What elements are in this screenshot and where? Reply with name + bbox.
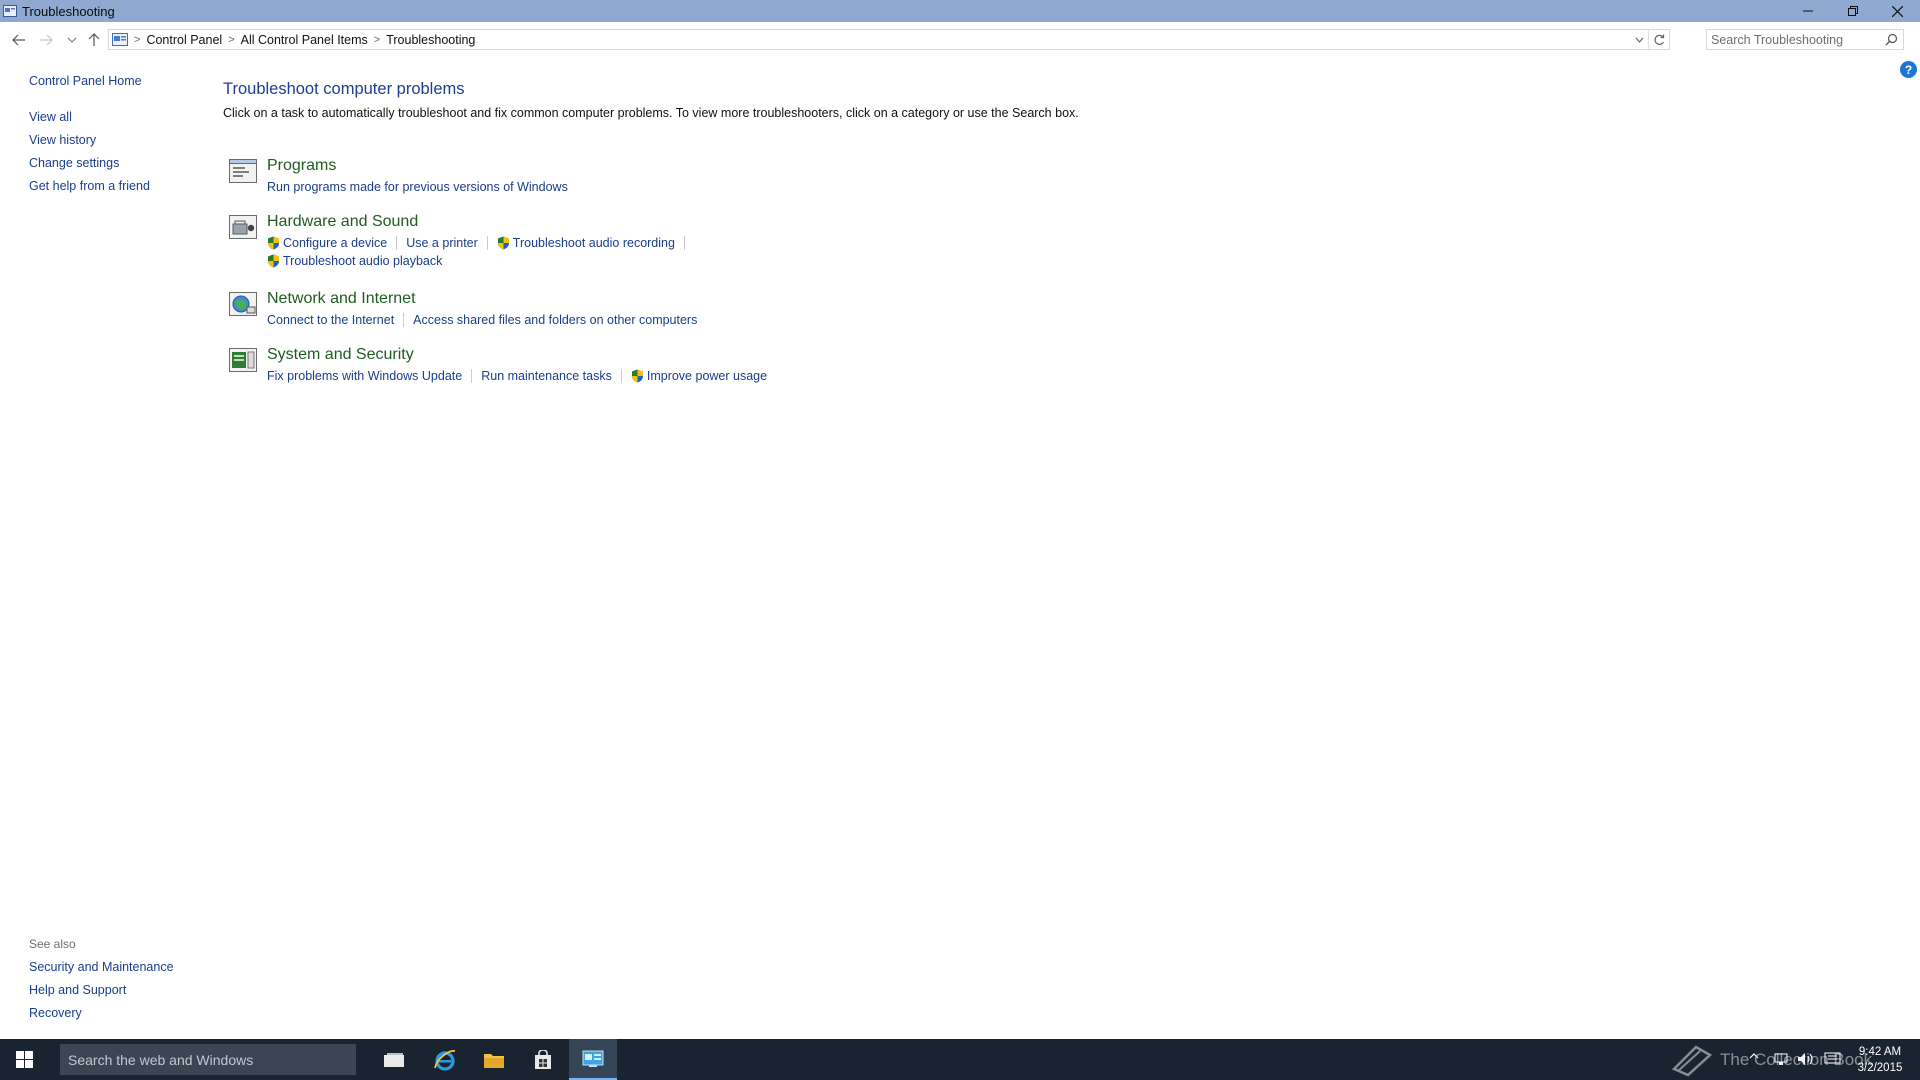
store-icon <box>535 1049 551 1069</box>
up-arrow-icon <box>88 33 100 46</box>
control-panel-icon <box>3 5 17 17</box>
task-run-programs-previous-windows[interactable]: Run programs made for previous versions … <box>267 180 568 194</box>
title-bar: Troubleshooting <box>0 0 1920 22</box>
chevron-right-icon[interactable]: > <box>374 34 380 46</box>
back-arrow-icon <box>12 34 25 46</box>
task-troubleshoot-audio-playback-label: Troubleshoot audio playback <box>283 254 443 268</box>
up-button[interactable] <box>85 31 103 49</box>
store-button[interactable] <box>519 1039 567 1080</box>
chevron-right-icon[interactable]: > <box>228 34 234 46</box>
control-panel-taskbar-button[interactable] <box>569 1039 617 1080</box>
category-title-network-and-internet[interactable]: Network and Internet <box>267 290 416 308</box>
file-explorer-button[interactable] <box>470 1039 518 1080</box>
system-security-icon[interactable] <box>228 346 258 374</box>
task-connect-to-internet[interactable]: Connect to the Internet <box>267 313 394 327</box>
watermark: The Collection Book <box>1670 1040 1910 1080</box>
address-dropdown-button[interactable] <box>1630 30 1649 49</box>
book-logo-icon <box>1671 1045 1713 1077</box>
divider <box>620 369 622 383</box>
divider <box>683 236 685 250</box>
breadcrumb-troubleshooting[interactable]: Troubleshooting <box>386 33 475 47</box>
back-button[interactable] <box>10 31 28 49</box>
refresh-button[interactable] <box>1649 30 1669 49</box>
internet-explorer-icon <box>434 1049 456 1071</box>
chevron-right-icon: > <box>134 33 141 46</box>
watermark-text: The Collection Book <box>1720 1050 1873 1069</box>
internet-explorer-button[interactable] <box>421 1039 469 1080</box>
uac-shield-icon <box>268 236 279 250</box>
window-title: Troubleshooting <box>22 3 115 19</box>
uac-shield-icon <box>631 369 643 383</box>
see-also-label: See also <box>29 937 76 951</box>
navigation-bar: > Control Panel > All Control Panel Item… <box>0 22 1920 58</box>
minimize-button[interactable] <box>1785 0 1830 22</box>
view-all-link[interactable]: View all <box>29 110 72 124</box>
search-box[interactable] <box>1706 29 1904 50</box>
view-history-link[interactable]: View history <box>29 133 96 147</box>
category-title-programs[interactable]: Programs <box>267 157 336 175</box>
help-and-support-link[interactable]: Help and Support <box>29 983 126 997</box>
restore-icon <box>1847 6 1858 16</box>
task-configure-device-label: Configure a device <box>283 236 388 250</box>
help-icon[interactable]: ? <box>1900 61 1917 78</box>
task-improve-power-usage-label: Improve power usage <box>646 369 768 383</box>
windows-logo-icon <box>15 1051 33 1068</box>
close-icon <box>1892 5 1903 17</box>
close-button[interactable] <box>1875 0 1920 22</box>
restore-button[interactable] <box>1830 0 1875 22</box>
category-title-hardware-and-sound[interactable]: Hardware and Sound <box>267 213 418 231</box>
get-help-from-friend-link[interactable]: Get help from a friend <box>29 179 150 193</box>
forward-button[interactable] <box>37 31 55 49</box>
page-description: Click on a task to automatically trouble… <box>223 106 1079 120</box>
task-configure-device[interactable]: Configure a device <box>267 236 387 250</box>
task-view-button[interactable] <box>370 1039 418 1080</box>
address-box[interactable]: > Control Panel > All Control Panel Item… <box>108 29 1670 50</box>
chevron-down-icon <box>1635 37 1643 43</box>
taskbar-search-box[interactable]: Search the web and Windows <box>60 1044 356 1075</box>
page-title: Troubleshoot computer problems <box>223 80 465 98</box>
divider <box>403 313 405 327</box>
breadcrumb-all-control-panel-items[interactable]: All Control Panel Items <box>241 33 368 47</box>
refresh-icon <box>1654 34 1665 45</box>
breadcrumb-control-panel[interactable]: Control Panel <box>146 33 222 47</box>
search-input[interactable] <box>1711 32 1881 47</box>
control-panel-icon <box>112 33 128 46</box>
uac-shield-icon <box>497 236 509 250</box>
divider <box>396 236 398 250</box>
programs-icon[interactable] <box>228 157 258 185</box>
category-title-system-and-security[interactable]: System and Security <box>267 346 414 364</box>
task-run-maintenance-tasks[interactable]: Run maintenance tasks <box>481 369 612 383</box>
change-settings-link[interactable]: Change settings <box>29 156 119 170</box>
hardware-sound-icon[interactable] <box>228 213 258 241</box>
minimize-icon <box>1802 10 1813 12</box>
control-panel-home-link[interactable]: Control Panel Home <box>29 74 142 88</box>
search-icon[interactable] <box>1885 33 1898 46</box>
start-button[interactable] <box>0 1039 48 1080</box>
task-fix-windows-update[interactable]: Fix problems with Windows Update <box>267 369 462 383</box>
task-view-icon <box>384 1052 404 1067</box>
task-access-shared-files[interactable]: Access shared files and folders on other… <box>413 313 697 327</box>
security-and-maintenance-link[interactable]: Security and Maintenance <box>29 960 174 974</box>
taskbar-search-placeholder: Search the web and Windows <box>68 1051 254 1068</box>
divider <box>486 236 488 250</box>
forward-arrow-icon <box>40 34 53 46</box>
task-troubleshoot-audio-recording[interactable]: Troubleshoot audio recording <box>497 236 675 250</box>
uac-shield-icon <box>268 254 279 268</box>
network-internet-icon[interactable] <box>228 290 258 318</box>
task-use-printer[interactable]: Use a printer <box>406 236 478 250</box>
task-troubleshoot-audio-playback[interactable]: Troubleshoot audio playback <box>267 254 442 268</box>
divider <box>471 369 473 383</box>
taskbar: Search the web and Windows 9:42 AM 3/2/2… <box>0 1039 1920 1080</box>
recovery-link[interactable]: Recovery <box>29 1006 82 1020</box>
task-troubleshoot-audio-recording-label: Troubleshoot audio recording <box>512 236 675 250</box>
folder-icon <box>484 1053 504 1068</box>
chevron-down-icon <box>67 37 77 43</box>
task-improve-power-usage[interactable]: Improve power usage <box>631 369 767 383</box>
control-panel-icon <box>582 1050 604 1067</box>
recent-locations-button[interactable] <box>63 31 81 49</box>
